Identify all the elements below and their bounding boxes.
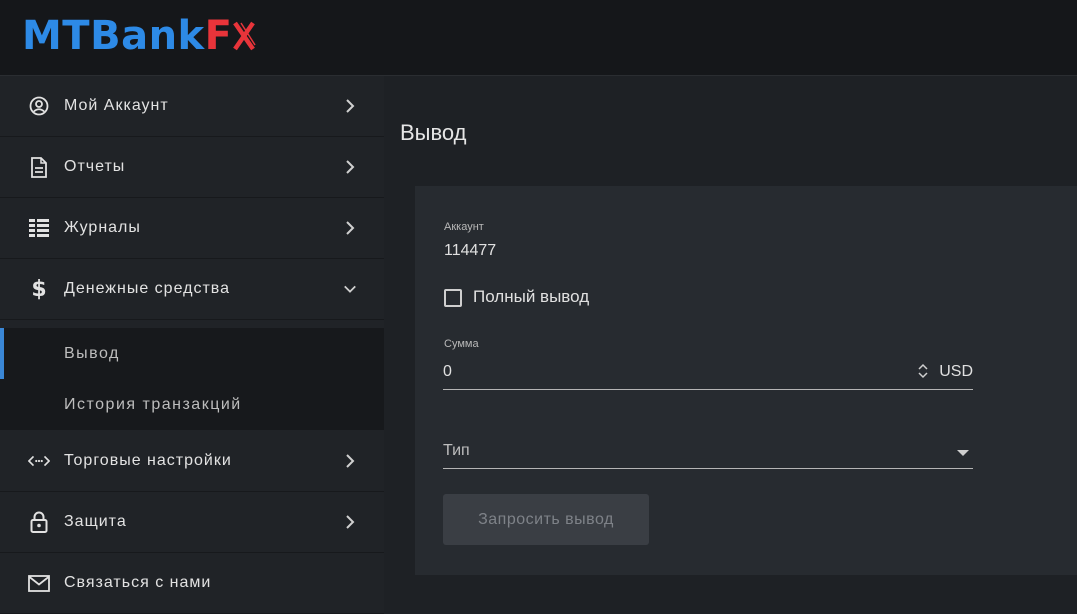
user-circle-icon	[28, 95, 50, 117]
logo-x-icon	[233, 21, 257, 51]
sidebar-item-label: Журналы	[64, 219, 141, 236]
sidebar-item-reports[interactable]: Отчеты	[0, 137, 384, 198]
caret-down-icon	[957, 450, 969, 456]
sidebar-subitem-label: История транзакций	[64, 395, 242, 413]
lock-icon	[28, 511, 50, 533]
top-bar: MTBankF	[0, 0, 1077, 76]
logo-text-accent: F	[204, 13, 233, 59]
sidebar-item-label: Отчеты	[64, 158, 126, 175]
document-icon	[28, 156, 50, 178]
account-value: 114477	[444, 242, 497, 259]
main-content: Вывод Аккаунт 114477 Полный вывод Сумма …	[384, 76, 1077, 614]
sidebar-item-security[interactable]: Защита	[0, 492, 384, 553]
sidebar-item-label: Денежные средства	[64, 280, 230, 297]
sidebar-subitem-withdraw[interactable]: Вывод	[0, 328, 384, 379]
chevron-right-icon	[343, 512, 357, 532]
full-withdraw-label[interactable]: Полный вывод	[473, 287, 589, 307]
sidebar-item-funds[interactable]: $ Денежные средства	[0, 259, 384, 320]
amount-label: Сумма	[444, 338, 479, 350]
chevron-right-icon	[343, 218, 357, 238]
chevron-right-icon	[343, 451, 357, 471]
sidebar-item-account[interactable]: Мой Аккаунт	[0, 76, 384, 137]
logo-text: MTBank	[22, 13, 205, 59]
sidebar-subitem-transactions[interactable]: История транзакций	[0, 379, 384, 430]
type-select[interactable]: Тип	[443, 438, 973, 469]
sidebar-item-label: Торговые настройки	[64, 452, 232, 469]
sidebar-item-journals[interactable]: Журналы	[0, 198, 384, 259]
logo[interactable]: MTBankF	[22, 12, 257, 60]
request-withdraw-button[interactable]: Запросить вывод	[443, 494, 649, 545]
amount-input[interactable]: 0 USD	[443, 359, 973, 390]
chevron-down-icon	[343, 279, 357, 299]
sidebar-item-label: Мой Аккаунт	[64, 97, 169, 114]
full-withdraw-checkbox[interactable]	[444, 289, 462, 307]
chevron-right-icon	[343, 157, 357, 177]
page-title: Вывод	[400, 120, 467, 145]
sidebar-item-label: Связаться с нами	[64, 574, 212, 591]
account-label: Аккаунт	[444, 221, 484, 233]
withdraw-form: Аккаунт 114477 Полный вывод Сумма 0 USD …	[415, 186, 1077, 575]
envelope-icon	[28, 572, 50, 594]
amount-value: 0	[443, 363, 452, 380]
sidebar-item-trading-settings[interactable]: Торговые настройки	[0, 431, 384, 492]
sidebar: Мой Аккаунт Отчеты Журналы $ Денежные ср…	[0, 76, 384, 614]
sidebar-subitem-label: Вывод	[64, 344, 120, 362]
chevron-right-icon	[343, 96, 357, 116]
dollar-icon: $	[31, 276, 47, 302]
list-icon	[28, 217, 50, 239]
type-placeholder: Тип	[443, 442, 470, 459]
currency-label: USD	[939, 363, 973, 380]
sidebar-item-label: Защита	[64, 513, 127, 530]
code-arrows-icon	[28, 450, 50, 472]
spinner-icon[interactable]	[917, 363, 929, 379]
sidebar-item-contact[interactable]: Связаться с нами	[0, 553, 384, 614]
